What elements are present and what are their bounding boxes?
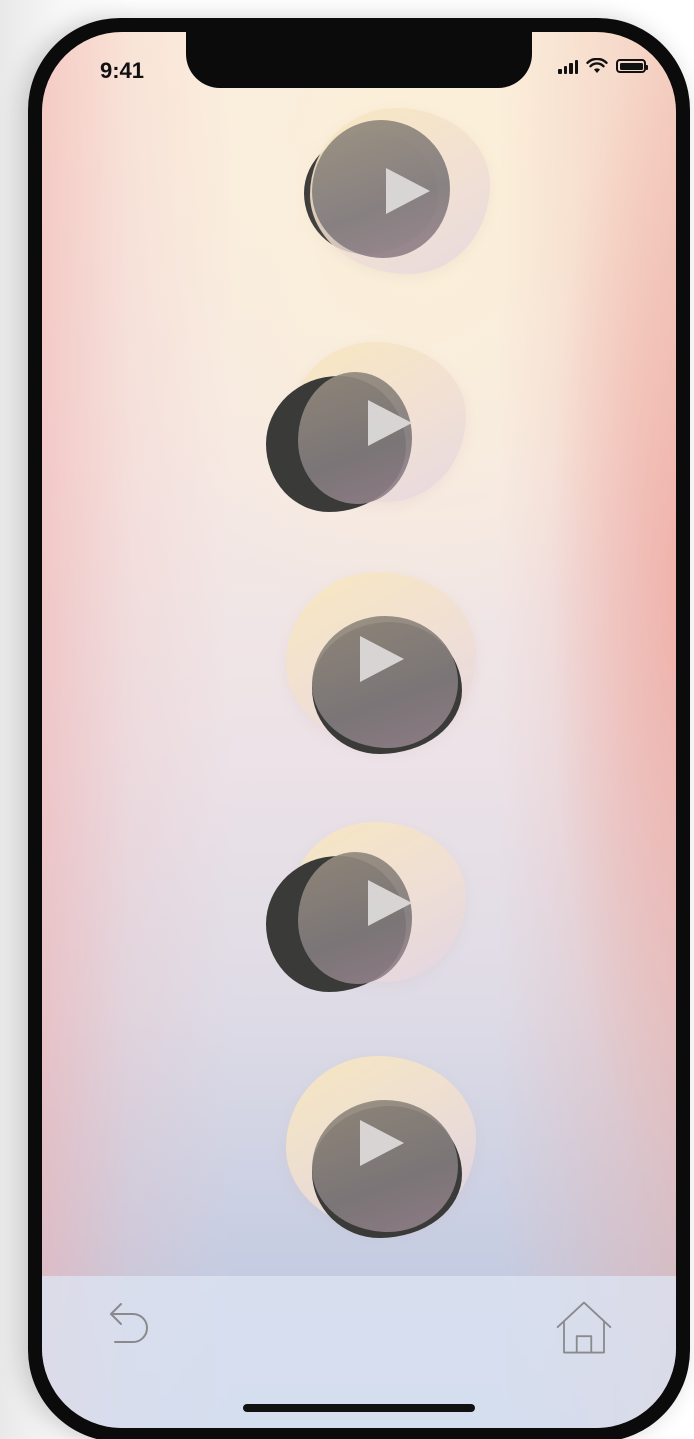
play-button[interactable] (282, 1056, 512, 1238)
play-button[interactable] (292, 102, 522, 282)
play-button[interactable] (282, 572, 512, 754)
back-arrow-icon (110, 1303, 148, 1343)
battery-level (619, 62, 643, 70)
play-icon (368, 880, 412, 926)
play-button[interactable] (262, 338, 492, 518)
bottom-nav-bar (42, 1276, 676, 1428)
play-button[interactable] (262, 818, 492, 998)
wifi-icon (586, 58, 608, 73)
home-icon (556, 1301, 612, 1354)
status-time: 9:41 (100, 58, 145, 83)
canvas: 9:41 (0, 0, 694, 1439)
phone-screen: 9:41 (42, 32, 676, 1428)
home-button[interactable] (554, 1298, 614, 1358)
phone-frame: 9:41 (28, 18, 690, 1439)
play-icon (368, 400, 412, 446)
back-button[interactable] (102, 1298, 162, 1358)
cellular-signal-icon (558, 58, 578, 74)
notch (186, 32, 532, 88)
play-icon (360, 636, 404, 682)
play-icon (386, 168, 430, 214)
battery-icon (616, 59, 648, 73)
status-icons (558, 58, 648, 74)
play-icon (360, 1120, 404, 1166)
play-button-list (42, 32, 676, 1428)
home-indicator[interactable] (243, 1404, 475, 1412)
